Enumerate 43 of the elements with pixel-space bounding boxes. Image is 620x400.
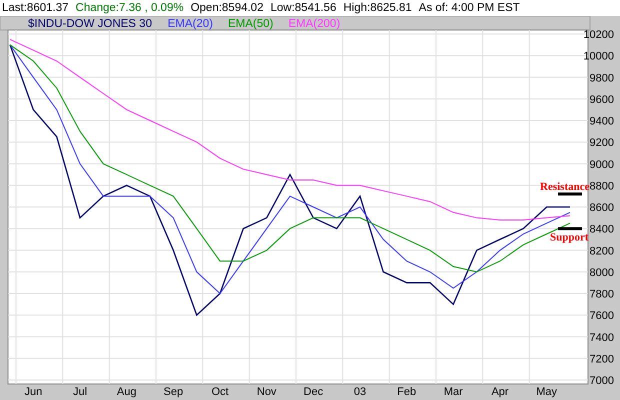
axis-label: 10200: [583, 29, 614, 41]
axis-label: 7600: [590, 310, 614, 322]
axis-label: 7400: [590, 332, 614, 344]
legend-label: $INDU-DOW JONES 30: [28, 18, 152, 30]
axis-label: 10000: [583, 50, 614, 63]
axis-label: 8400: [590, 224, 614, 236]
quote-value: Last:8601.37: [2, 2, 69, 14]
quote-value: Change:7.36 , 0.09%: [76, 2, 184, 14]
quote-value: As of: 4:00 PM EST: [418, 2, 520, 14]
axis-label: 9200: [590, 137, 614, 150]
axis-label: Aug: [116, 386, 136, 398]
axis-label: 7800: [590, 288, 614, 300]
axis-label: 9600: [590, 94, 614, 106]
axis-label: Feb: [397, 386, 416, 398]
axis-label: 8800: [590, 180, 614, 192]
axis-label: Oct: [211, 386, 229, 398]
axis-label: Nov: [256, 386, 276, 398]
quote-value: Open:8594.02: [190, 2, 264, 14]
level-line: [558, 192, 582, 196]
axis-label: 7200: [590, 353, 614, 366]
axis-label: 8200: [590, 245, 614, 258]
quote-value: High:8625.81: [343, 2, 412, 14]
annotation-label: Resistance: [540, 181, 590, 194]
level-line: [558, 227, 582, 230]
axis-label: Jun: [24, 386, 42, 398]
legend-label: EMA(20): [168, 18, 213, 30]
axis-label: 9800: [590, 72, 614, 84]
axis-label: Mar: [444, 386, 463, 398]
axis-label: May: [536, 386, 558, 398]
axis-label: 9400: [590, 116, 614, 128]
axis-label: Dec: [304, 386, 324, 398]
axis-label: 9000: [590, 158, 614, 171]
quote-value: Low:8541.56: [270, 2, 336, 14]
axis-label: 7000: [590, 375, 614, 387]
axis-label: 8000: [590, 266, 614, 279]
axis-label: Jul: [72, 386, 88, 398]
axis-label: Apr: [491, 386, 509, 398]
axis-label: Sep: [164, 386, 184, 398]
annotation-label: Support: [550, 232, 589, 244]
axis-label: 03: [354, 386, 366, 398]
axis-label: 8600: [590, 202, 614, 214]
legend-label: EMA(200): [288, 18, 340, 30]
legend-label: EMA(50): [228, 18, 274, 30]
